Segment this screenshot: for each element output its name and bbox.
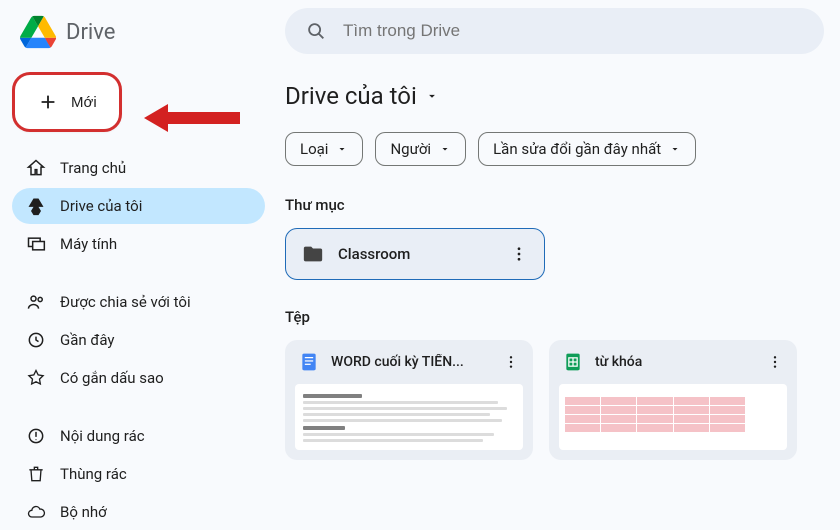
search-bar[interactable] bbox=[285, 8, 824, 54]
drive-logo-icon bbox=[20, 14, 56, 50]
chip-label: Loại bbox=[300, 140, 328, 158]
logo-row[interactable]: Drive bbox=[12, 10, 265, 74]
page-title-row[interactable]: Drive của tôi bbox=[285, 82, 824, 110]
sidebar-item-label: Thùng rác bbox=[60, 465, 127, 483]
folders-heading: Thư mục bbox=[285, 196, 824, 214]
drive-icon bbox=[26, 196, 46, 216]
sidebar-item-trash[interactable]: Thùng rác bbox=[12, 456, 265, 492]
sidebar: Drive Mới Trang chủ Drive của tôi Máy tí… bbox=[0, 0, 265, 500]
app-name: Drive bbox=[66, 20, 115, 45]
spam-icon bbox=[26, 426, 46, 446]
sidebar-item-starred[interactable]: Có gắn dấu sao bbox=[12, 360, 265, 396]
nav: Trang chủ Drive của tôi Máy tính Được ch… bbox=[12, 150, 265, 530]
file-card-sheet[interactable]: từ khóa bbox=[549, 340, 797, 460]
sidebar-item-computers[interactable]: Máy tính bbox=[12, 226, 265, 262]
more-icon[interactable] bbox=[510, 245, 528, 263]
main-content: Drive của tôi Loại Người Lần sửa đổi gần… bbox=[265, 0, 840, 500]
cloud-icon bbox=[26, 502, 46, 522]
sidebar-item-label: Có gắn dấu sao bbox=[60, 369, 164, 387]
caret-down-icon bbox=[425, 89, 439, 103]
sidebar-item-label: Trang chủ bbox=[60, 159, 126, 177]
more-icon[interactable] bbox=[503, 354, 519, 370]
folder-name: Classroom bbox=[338, 245, 496, 263]
sidebar-item-my-drive[interactable]: Drive của tôi bbox=[12, 188, 265, 224]
computer-icon bbox=[26, 234, 46, 254]
star-icon bbox=[26, 368, 46, 388]
search-icon bbox=[305, 20, 327, 42]
sidebar-item-label: Drive của tôi bbox=[60, 197, 142, 215]
sidebar-item-label: Nội dung rác bbox=[60, 427, 145, 445]
caret-down-icon bbox=[439, 143, 451, 155]
sheet-preview bbox=[559, 384, 787, 450]
home-icon bbox=[26, 158, 46, 178]
sidebar-item-storage[interactable]: Bộ nhớ bbox=[12, 494, 265, 530]
folder-card[interactable]: Classroom bbox=[285, 228, 545, 280]
folder-row: Classroom bbox=[285, 228, 824, 280]
sidebar-item-home[interactable]: Trang chủ bbox=[12, 150, 265, 186]
clock-icon bbox=[26, 330, 46, 350]
new-button-label: Mới bbox=[71, 94, 97, 111]
chip-label: Lần sửa đổi gần đây nhất bbox=[493, 140, 661, 158]
sidebar-item-recent[interactable]: Gần đây bbox=[12, 322, 265, 358]
sidebar-item-label: Máy tính bbox=[60, 235, 117, 253]
new-button[interactable]: Mới bbox=[14, 74, 120, 130]
files-heading: Tệp bbox=[285, 308, 824, 326]
filter-row: Loại Người Lần sửa đổi gần đây nhất bbox=[285, 132, 824, 166]
folder-icon bbox=[302, 243, 324, 265]
plus-icon bbox=[37, 91, 59, 113]
filter-type[interactable]: Loại bbox=[285, 132, 363, 166]
caret-down-icon bbox=[669, 143, 681, 155]
sidebar-item-label: Gần đây bbox=[60, 331, 115, 349]
trash-icon bbox=[26, 464, 46, 484]
page-title: Drive của tôi bbox=[285, 82, 417, 110]
search-input[interactable] bbox=[343, 21, 804, 41]
chip-label: Người bbox=[390, 140, 431, 158]
file-card-doc[interactable]: WORD cuối kỳ TIẾN... bbox=[285, 340, 533, 460]
docs-icon bbox=[299, 352, 319, 372]
more-icon[interactable] bbox=[767, 354, 783, 370]
caret-down-icon bbox=[336, 143, 348, 155]
sidebar-item-label: Được chia sẻ với tôi bbox=[60, 293, 191, 311]
filter-people[interactable]: Người bbox=[375, 132, 466, 166]
filter-modified[interactable]: Lần sửa đổi gần đây nhất bbox=[478, 132, 696, 166]
sidebar-item-shared[interactable]: Được chia sẻ với tôi bbox=[12, 284, 265, 320]
sidebar-item-spam[interactable]: Nội dung rác bbox=[12, 418, 265, 454]
doc-preview bbox=[295, 384, 523, 450]
file-row: WORD cuối kỳ TIẾN... từ khóa bbox=[285, 340, 824, 460]
file-title: WORD cuối kỳ TIẾN... bbox=[331, 354, 491, 370]
file-title: từ khóa bbox=[595, 354, 755, 370]
sheets-icon bbox=[563, 352, 583, 372]
sidebar-item-label: Bộ nhớ bbox=[60, 503, 107, 521]
people-icon bbox=[26, 292, 46, 312]
